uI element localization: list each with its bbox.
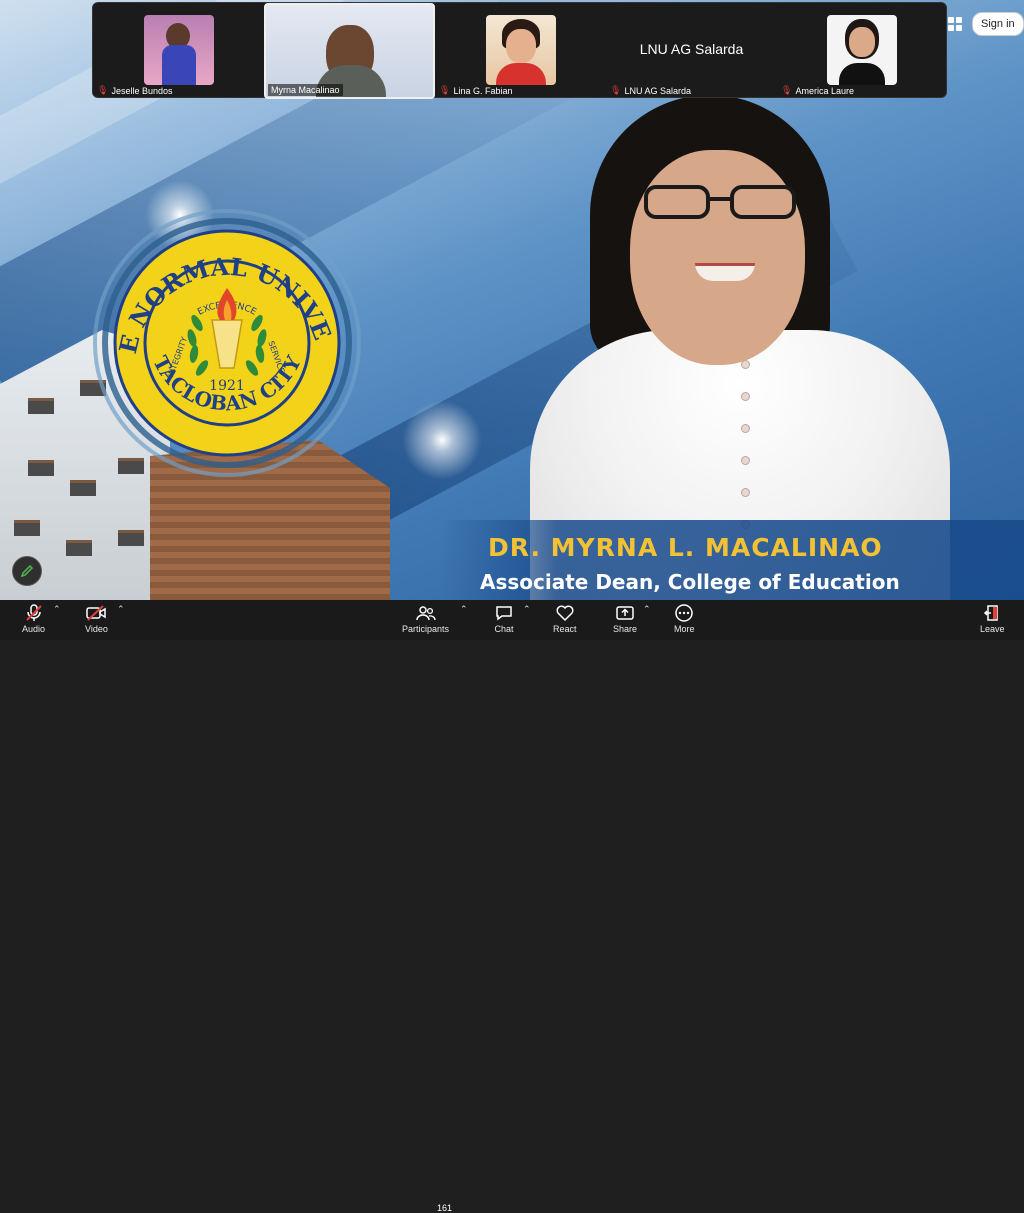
leave-door-icon — [984, 605, 999, 621]
leave-button[interactable]: Leave — [980, 602, 1005, 634]
participant-tile[interactable]: 🎙 Jeselle Bundos — [93, 3, 264, 99]
chat-button[interactable]: Chat — [494, 602, 514, 634]
react-label: React — [553, 624, 577, 634]
video-options-chevron-icon[interactable]: ⌃ — [117, 604, 125, 615]
share-screen-icon — [616, 606, 634, 620]
speaker-name: DR. MYRNA L. MACALINAO — [488, 533, 883, 562]
mic-muted-icon — [25, 604, 42, 621]
university-seal: LEYTE NORMAL UNIVERSITY TACLOBAN CITY EX… — [92, 208, 361, 477]
participants-options-chevron-icon[interactable]: ⌃ — [460, 604, 468, 615]
heart-icon — [556, 605, 574, 622]
participant-tile[interactable]: LNU AG Salarda 🎙 LNU AG Salarda — [606, 3, 777, 99]
more-button[interactable]: More — [674, 602, 695, 634]
participant-tile[interactable]: 🎙 Lina G. Fabian — [435, 3, 606, 99]
meeting-toolbar: Audio ⌃ Video ⌃ Participants 161 ⌃ Chat … — [0, 600, 1024, 1213]
mic-off-icon: 🎙 — [781, 85, 793, 95]
leave-label: Leave — [980, 624, 1005, 634]
participants-label: Participants — [402, 624, 450, 634]
pencil-icon — [20, 564, 34, 578]
share-button[interactable]: Share — [613, 602, 637, 634]
audio-label: Audio — [22, 624, 46, 634]
annotate-button[interactable] — [12, 556, 42, 586]
participants-count: 161 — [437, 1203, 453, 1213]
speaker-role: Associate Dean, College of Education — [480, 570, 900, 594]
more-icon — [675, 604, 693, 622]
mic-off-icon: 🎙 — [610, 85, 622, 95]
mic-off-icon: 🎙 — [97, 85, 109, 95]
participant-display-name: LNU AG Salarda — [639, 41, 744, 57]
audio-button[interactable]: Audio — [22, 602, 45, 634]
audio-options-chevron-icon[interactable]: ⌃ — [53, 604, 61, 615]
react-button[interactable]: React — [553, 602, 577, 634]
video-gallery-strip: 🎙Jeselle Bundos ​ Myrna Macalinao 🎙Lina … — [92, 2, 948, 99]
participant-name: Myrna Macalinao — [271, 85, 340, 95]
participants-button[interactable]: Participants — [402, 602, 449, 634]
participants-icon — [415, 606, 436, 621]
seal-year: 1921 — [209, 378, 245, 394]
chat-options-chevron-icon[interactable]: ⌃ — [523, 604, 531, 615]
participant-name: Lina G. Fabian — [453, 85, 513, 96]
share-label: Share — [613, 624, 638, 634]
participant-name: America Laure — [795, 85, 854, 96]
video-label: Video — [85, 624, 108, 634]
participant-tile[interactable]: 🎙 America Laure — [777, 3, 948, 99]
sparkle-icon — [402, 400, 482, 480]
sign-in-button[interactable]: Sign in — [972, 12, 1024, 36]
chat-label: Chat — [494, 624, 514, 634]
view-grid-icon[interactable] — [948, 17, 962, 31]
participant-tile-active[interactable]: ​ Myrna Macalinao — [264, 3, 435, 99]
share-options-chevron-icon[interactable]: ⌃ — [643, 604, 651, 615]
more-label: More — [674, 624, 695, 634]
top-right-controls: Sign in — [948, 12, 1024, 36]
mic-off-icon: 🎙 — [439, 85, 451, 95]
chat-icon — [496, 606, 512, 621]
video-off-icon — [86, 605, 107, 621]
video-button[interactable]: Video — [85, 602, 108, 634]
participant-name: Jeselle Bundos — [111, 85, 173, 96]
participant-name: LNU AG Salarda — [624, 85, 691, 96]
